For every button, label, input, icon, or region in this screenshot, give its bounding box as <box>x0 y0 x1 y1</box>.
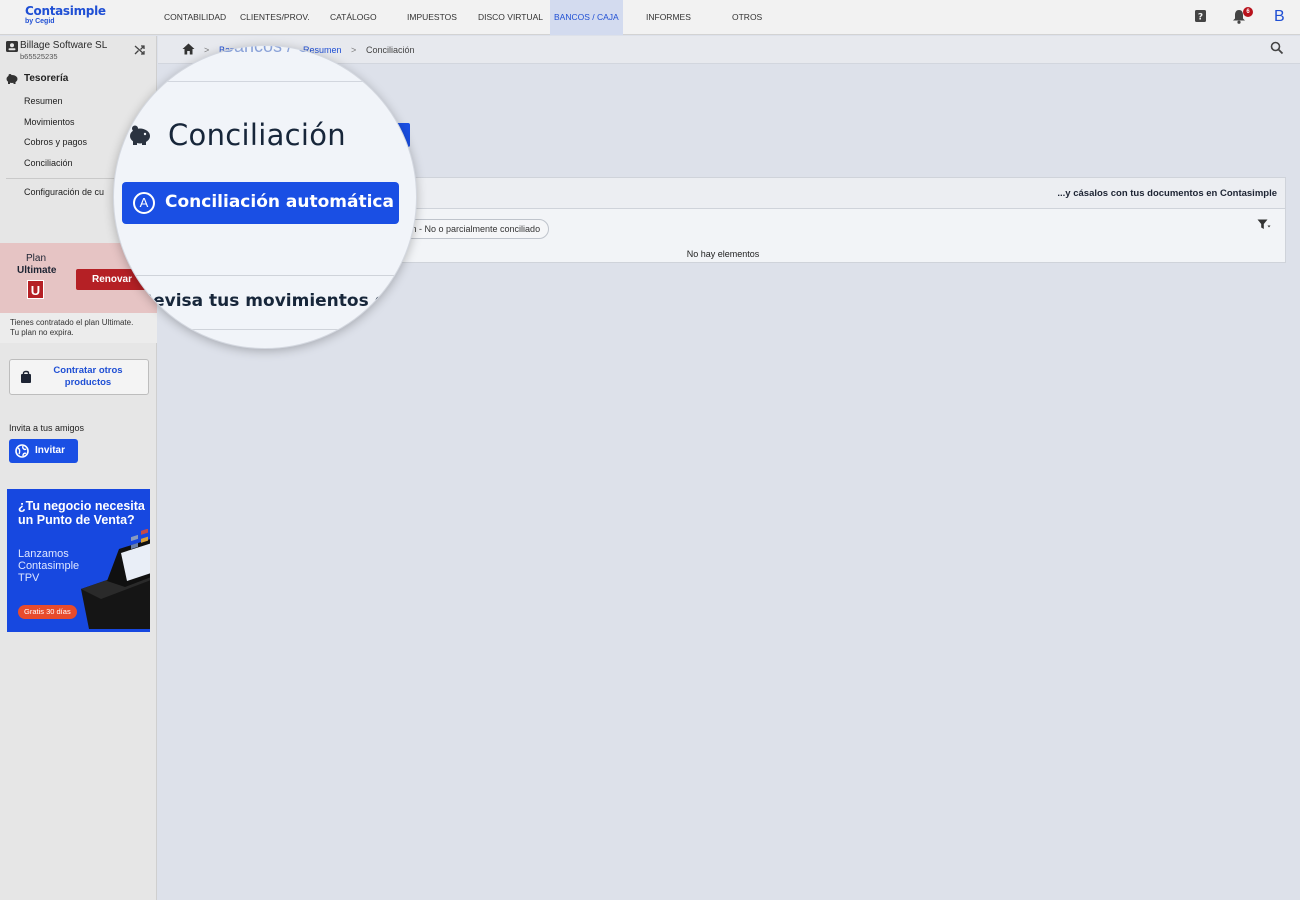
nav-item-clientes-prov[interactable]: CLIENTES/PROV. <box>240 0 310 35</box>
search-icon[interactable] <box>1270 41 1284 58</box>
auto-reconcile-label: Conciliación automática <box>165 192 394 212</box>
sidebar-section-tesoreria[interactable]: Tesorería <box>24 73 68 84</box>
breadcrumb-current: Conciliación <box>366 45 415 55</box>
brand-by-line: by Cegid <box>25 18 55 25</box>
user-avatar[interactable]: B <box>1274 8 1285 26</box>
breadcrumb-chevron-icon: > <box>351 45 357 55</box>
pos-advertisement[interactable]: ¿Tu negocio necesita un Punto de Venta? … <box>7 489 150 632</box>
panel-header-hint: ...y cásalos con tus documentos en Conta… <box>1057 188 1277 199</box>
invite-friends-text: Invita a tus amigos <box>9 423 85 433</box>
help-icon[interactable]: ? <box>1195 9 1207 26</box>
magnifier-divider <box>114 275 416 276</box>
brand-logo[interactable]: Contasimple by Cegid <box>25 5 106 25</box>
sidebar-item-configuracion[interactable]: Configuración de cu <box>24 187 104 197</box>
shopping-bag-icon <box>20 370 32 387</box>
ad-headline: ¿Tu negocio necesita un Punto de Venta? <box>18 499 145 527</box>
sidebar-item-cobros-y-pagos[interactable]: Cobros y pagos <box>24 137 87 147</box>
notifications-badge: 6 <box>1243 7 1253 17</box>
top-navigation-bar: Contasimple by Cegid CONTABILIDAD CLIENT… <box>0 0 1300 35</box>
sidebar-item-movimientos[interactable]: Movimientos <box>24 117 75 127</box>
nav-item-catalogo[interactable]: CATÁLOGO <box>330 0 377 35</box>
filter-icon[interactable] <box>1257 219 1271 233</box>
invite-button-label: Invitar <box>35 445 66 456</box>
globe-icon <box>15 444 29 468</box>
invite-button[interactable]: Invitar <box>9 439 78 463</box>
switch-company-icon[interactable] <box>134 44 146 59</box>
magnifier-overlay: Bancos / Caja Conciliación A Conciliació… <box>113 45 417 349</box>
piggy-bank-icon <box>5 73 19 87</box>
company-name: Billage Software SL <box>20 40 108 51</box>
magnifier-divider <box>114 81 416 82</box>
ad-cta: Gratis 30 días <box>18 605 77 619</box>
home-icon[interactable] <box>182 43 195 58</box>
nav-item-contabilidad[interactable]: CONTABILIDAD <box>164 0 226 35</box>
nav-item-bancos-caja[interactable]: BANCOS / CAJA <box>550 0 623 35</box>
other-products-button[interactable]: Contratar otros productos <box>9 359 149 395</box>
review-movements-heading: Revisa tus movimientos de <box>140 291 399 311</box>
plan-name: Ultimate <box>17 265 57 276</box>
nav-item-informes[interactable]: INFORMES <box>646 0 691 35</box>
plan-note-line1: Tienes contratado el plan Ultimate. <box>10 318 134 327</box>
magnifier-breadcrumb-fragment: Bancos / Caja <box>222 45 335 56</box>
nav-item-disco-virtual[interactable]: DISCO VIRTUAL <box>478 0 543 35</box>
sidebar-item-conciliacion[interactable]: Conciliación <box>24 158 73 168</box>
company-id: b65525235 <box>20 52 58 61</box>
piggy-bank-icon <box>126 124 152 149</box>
plan-note: Tienes contratado el plan Ultimate. Tu p… <box>0 313 157 343</box>
magnifier-divider <box>114 329 416 330</box>
plan-badge: U <box>27 280 44 299</box>
plan-label: Plan <box>26 253 47 264</box>
breadcrumb-chevron-icon: > <box>204 45 210 55</box>
sidebar-item-resumen[interactable]: Resumen <box>24 96 63 106</box>
page-title: Conciliación <box>168 118 346 152</box>
brand-name: Contasimple <box>25 4 106 18</box>
svg-text:?: ? <box>1198 13 1203 23</box>
pos-terminal-image <box>79 528 150 632</box>
company-card-icon <box>6 40 19 56</box>
nav-item-otros[interactable]: OTROS <box>732 0 762 35</box>
nav-item-impuestos[interactable]: IMPUESTOS <box>407 0 457 35</box>
auto-reconcile-button[interactable]: A Conciliación automática <box>122 182 399 224</box>
auto-letter-icon: A <box>133 192 155 214</box>
other-products-label: Contratar otros productos <box>53 365 123 388</box>
